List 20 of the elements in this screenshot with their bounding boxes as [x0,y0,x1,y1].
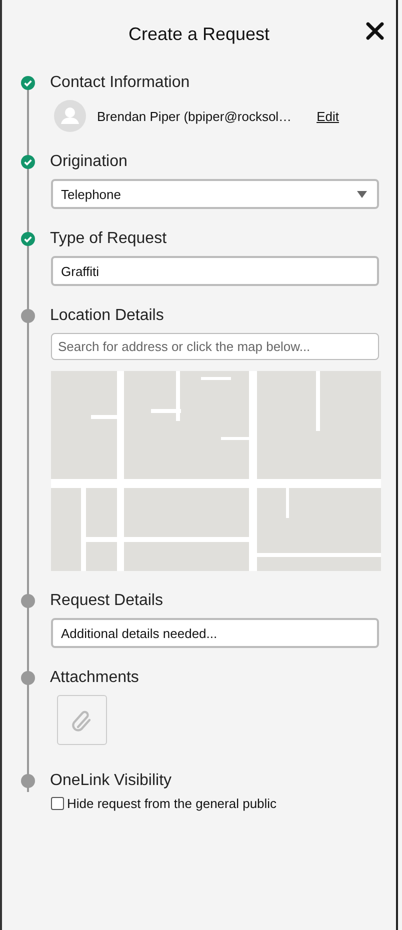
address-search-field[interactable]: Search for address or click the map below... [51,333,379,360]
checkbox-label: Hide request from the general public [67,796,277,811]
section-label: Request Details [50,592,163,610]
section-label: Location Details [50,307,164,325]
text-field[interactable]: Graffiti [51,256,379,286]
avatar-icon [54,100,86,132]
panel-title: Create a Request [128,24,270,44]
origination-select[interactable]: Telephone [51,179,379,209]
section-label: OneLink Visibility [50,772,172,790]
edit-link[interactable]: Edit [316,108,339,124]
text-field[interactable]: Additional details needed... [51,618,379,648]
contact-name: Brendan Piper (bpiper@rocksol… [97,108,292,124]
close-icon [366,22,384,40]
section-label: Attachments [50,669,139,687]
section-label: Contact Information [50,74,190,92]
section-label: Origination [50,153,128,171]
dropdown-caret-icon [357,190,367,198]
section-label: Type of Request [50,230,167,248]
checkbox[interactable] [51,797,64,810]
close-button[interactable] [366,22,384,40]
